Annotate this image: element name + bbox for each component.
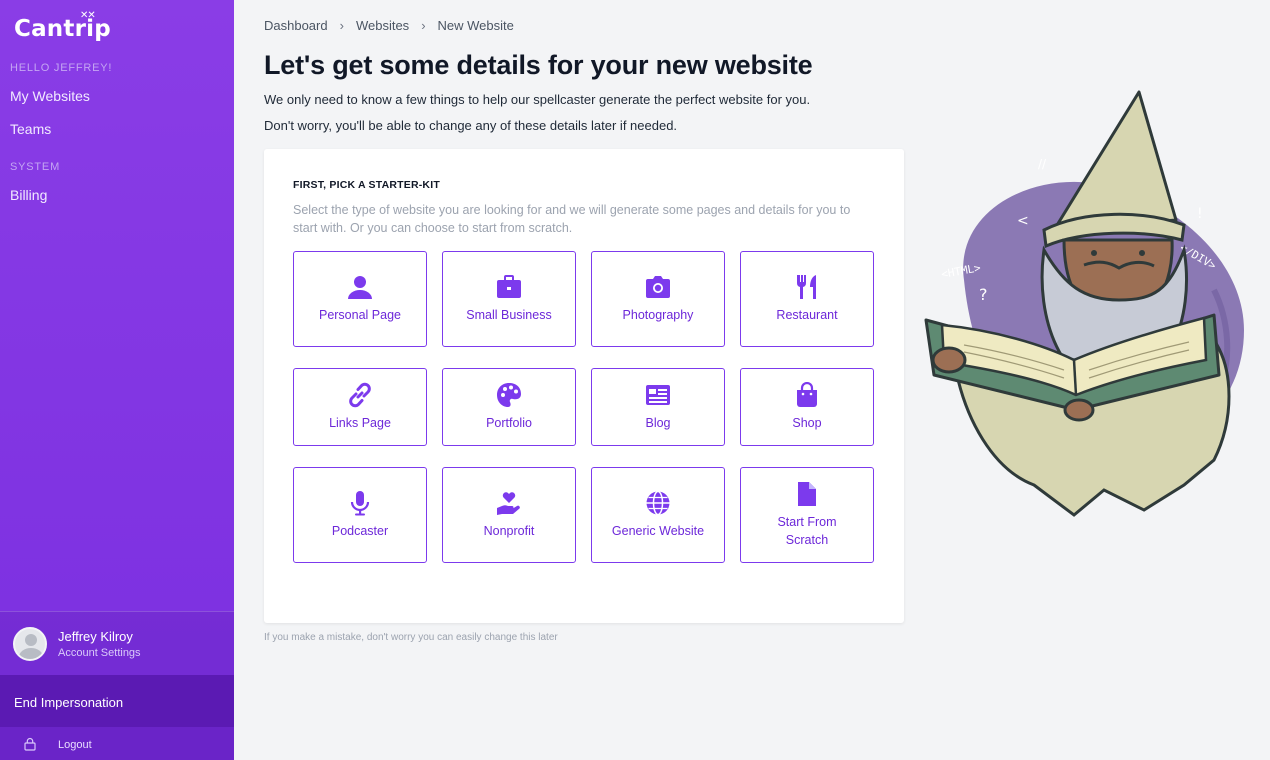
starter-kit-start-from-scratch[interactable]: Start From Scratch bbox=[740, 467, 874, 563]
sidebar: Cantrip ✕✕ HELLO JEFFREY! My Websites Te… bbox=[0, 0, 234, 760]
user-account-panel: Jeffrey Kilroy Account Settings bbox=[0, 611, 234, 675]
tile-label: Generic Website bbox=[611, 524, 705, 538]
breadcrumb-dashboard[interactable]: Dashboard bbox=[264, 18, 328, 33]
avatar[interactable] bbox=[13, 627, 47, 661]
chevron-right-icon: › bbox=[339, 18, 344, 33]
tile-label: Blog bbox=[645, 416, 671, 430]
starter-kit-shop[interactable]: Shop bbox=[740, 368, 874, 446]
starter-kit-nonprofit[interactable]: Nonprofit bbox=[442, 467, 576, 563]
chevron-right-icon: › bbox=[421, 18, 426, 33]
sidebar-item-teams[interactable]: Teams bbox=[10, 121, 51, 137]
shopping-bag-icon bbox=[797, 382, 817, 407]
end-impersonation-button[interactable]: End Impersonation bbox=[0, 675, 234, 727]
svg-text:<: < bbox=[1017, 213, 1029, 229]
lock-icon bbox=[24, 737, 36, 751]
globe-icon bbox=[646, 490, 670, 516]
newspaper-icon bbox=[646, 385, 670, 405]
user-name: Jeffrey Kilroy bbox=[58, 629, 133, 644]
svg-text:!: ! bbox=[1197, 206, 1203, 222]
starter-kit-generic-website[interactable]: Generic Website bbox=[591, 467, 725, 563]
logout-label: Logout bbox=[58, 739, 92, 751]
starter-kit-podcaster[interactable]: Podcaster bbox=[293, 467, 427, 563]
camera-icon bbox=[646, 276, 670, 298]
page-title: Let's get some details for your new webs… bbox=[264, 50, 813, 80]
tile-label: Nonprofit bbox=[483, 524, 535, 538]
breadcrumb-new-website: New Website bbox=[437, 18, 514, 33]
account-settings-link[interactable]: Account Settings bbox=[58, 647, 141, 659]
breadcrumb-websites[interactable]: Websites bbox=[356, 18, 409, 33]
tile-label: Podcaster bbox=[331, 524, 389, 538]
tile-label: Photography bbox=[622, 308, 694, 322]
tile-label: Portfolio bbox=[486, 416, 532, 430]
cantrip-logo[interactable]: Cantrip ✕✕ bbox=[14, 10, 111, 46]
starter-kit-description: Select the type of website you are looki… bbox=[293, 203, 851, 235]
starter-kit-blog[interactable]: Blog bbox=[591, 368, 725, 446]
breadcrumb: Dashboard › Websites › New Website bbox=[264, 18, 514, 33]
svg-text:?: ? bbox=[979, 285, 988, 304]
starter-kit-restaurant[interactable]: Restaurant bbox=[740, 251, 874, 347]
system-heading: SYSTEM bbox=[10, 161, 61, 173]
starter-kit-personal-page[interactable]: Personal Page bbox=[293, 251, 427, 347]
tile-label: Personal Page bbox=[318, 308, 401, 322]
starter-kit-portfolio[interactable]: Portfolio bbox=[442, 368, 576, 446]
greeting-heading: HELLO JEFFREY! bbox=[10, 62, 113, 74]
briefcase-icon bbox=[497, 275, 521, 298]
utensils-icon bbox=[796, 275, 816, 299]
logo-text: Cantrip bbox=[14, 16, 111, 42]
link-icon bbox=[349, 382, 371, 408]
starter-kit-links-page[interactable]: Links Page bbox=[293, 368, 427, 446]
footnote: If you make a mistake, don't worry you c… bbox=[264, 632, 558, 643]
page-subtitle-secondary: Don't worry, you'll be able to change an… bbox=[264, 118, 678, 133]
tile-label: Shop bbox=[792, 416, 822, 430]
starter-kit-photography[interactable]: Photography bbox=[591, 251, 725, 347]
logout-button[interactable]: Logout bbox=[0, 727, 234, 760]
palette-icon bbox=[497, 383, 521, 407]
tile-label: Links Page bbox=[329, 416, 391, 430]
tile-label: Restaurant bbox=[776, 308, 838, 322]
hand-heart-icon bbox=[497, 492, 520, 515]
file-icon bbox=[798, 482, 816, 506]
tile-label: Start From Scratch bbox=[777, 515, 837, 547]
starter-kit-heading: FIRST, PICK A STARTER-KIT bbox=[293, 179, 440, 191]
page-subtitle: We only need to know a few things to hel… bbox=[264, 92, 811, 107]
starter-kit-card: FIRST, PICK A STARTER-KIT Select the typ… bbox=[264, 149, 904, 623]
sidebar-item-billing[interactable]: Billing bbox=[10, 187, 47, 203]
user-icon bbox=[348, 276, 372, 299]
tile-label: Small Business bbox=[466, 308, 552, 322]
sidebar-item-my-websites[interactable]: My Websites bbox=[10, 88, 90, 104]
starter-kit-small-business[interactable]: Small Business bbox=[442, 251, 576, 347]
svg-text://: // bbox=[1038, 157, 1047, 171]
wizard-reading-book-illustration: <HTML> </DIV> ? < // ! bbox=[924, 90, 1244, 517]
sparkle-icon: ✕✕ bbox=[80, 10, 96, 21]
microphone-icon bbox=[350, 491, 370, 516]
